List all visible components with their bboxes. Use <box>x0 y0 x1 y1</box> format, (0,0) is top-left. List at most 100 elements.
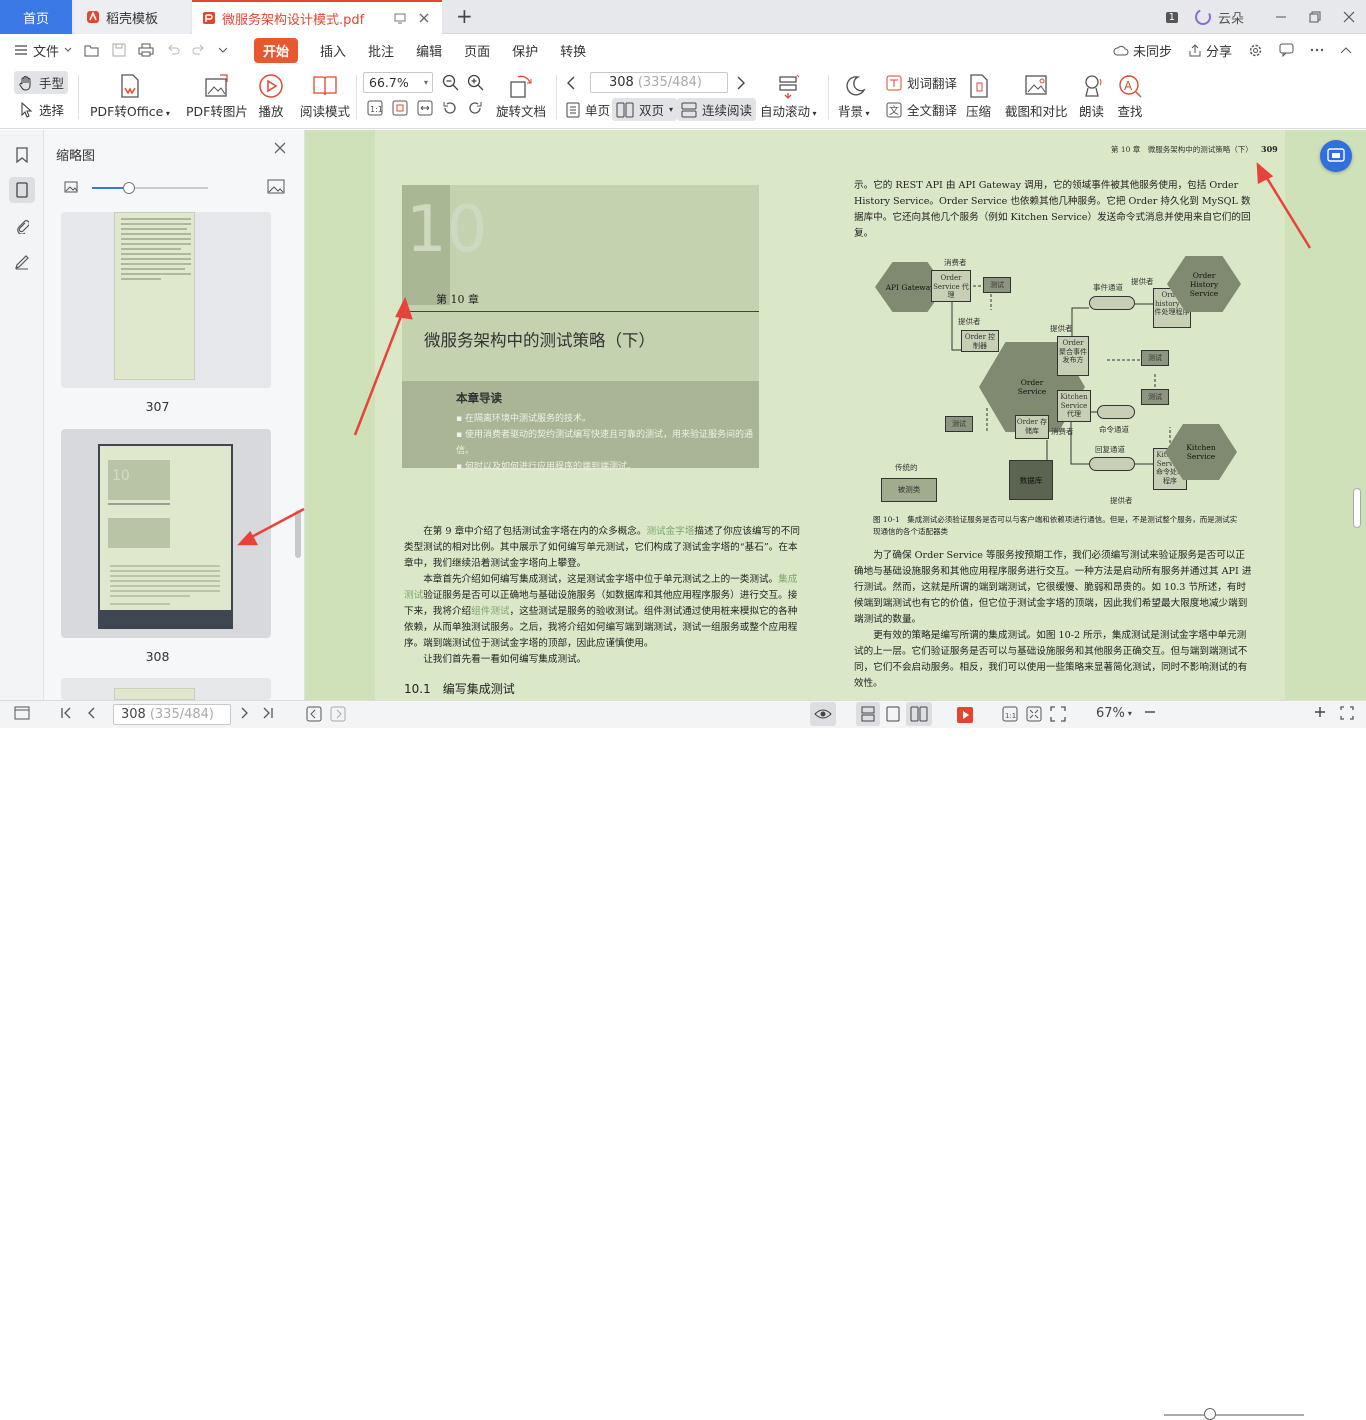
attachment-icon[interactable] <box>9 213 35 239</box>
previous-page-icon[interactable] <box>566 76 576 90</box>
status-page-input[interactable]: 308 (335/484) <box>113 704 231 725</box>
tab-home[interactable]: 首页 <box>0 0 72 34</box>
zoom-slider-thumb[interactable] <box>1204 1408 1216 1420</box>
first-page-icon[interactable] <box>60 706 72 720</box>
status-zoom-select[interactable]: 67% ▾ <box>1096 706 1132 721</box>
play-slideshow-icon[interactable] <box>956 706 974 724</box>
floating-assistant-button[interactable] <box>1320 140 1352 172</box>
pdf-to-office-button[interactable]: PDF转Office ▾ <box>90 71 170 120</box>
tab-popout-icon[interactable] <box>394 12 406 24</box>
eye-protection-button[interactable] <box>810 702 836 726</box>
play-button[interactable]: 播放 <box>258 71 284 120</box>
rotate-left-icon[interactable] <box>442 100 458 116</box>
account-button[interactable]: 云朵 <box>1194 8 1244 27</box>
double-view-button[interactable] <box>906 702 932 726</box>
status-zoom-in-icon[interactable] <box>1314 706 1326 718</box>
continuous-view-button[interactable] <box>856 702 880 726</box>
compress-button[interactable]: 压缩 <box>966 71 991 120</box>
thumbnail-size-slider[interactable] <box>92 182 208 194</box>
minimize-icon[interactable] <box>1264 11 1298 23</box>
zoom-slider[interactable] <box>1164 1414 1304 1416</box>
menu-insert[interactable]: 插入 <box>320 41 346 60</box>
save-icon[interactable] <box>112 43 126 57</box>
window-count-badge[interactable]: 1 <box>1165 11 1178 23</box>
continuous-reading-button[interactable]: 连续阅读 <box>677 98 757 121</box>
file-menu-button[interactable]: 文件 <box>14 41 72 60</box>
print-icon[interactable] <box>138 43 154 57</box>
zoom-in-icon[interactable] <box>467 74 485 92</box>
document-viewer[interactable]: 10 第 10 章 微服务架构中的测试策略（下） 本章导读 ▪ 在隔离环境中测试… <box>305 130 1366 700</box>
menu-page[interactable]: 页面 <box>464 41 490 60</box>
last-page-icon[interactable] <box>262 706 274 720</box>
tab-home-label: 首页 <box>22 11 49 27</box>
status-zoom-out-icon[interactable] <box>1144 706 1156 718</box>
thumbnail-page-309[interactable] <box>61 678 271 700</box>
read-aloud-button[interactable]: 朗读 <box>1079 71 1104 120</box>
new-tab-button[interactable]: + <box>456 6 473 26</box>
toggle-sidebar-icon[interactable] <box>14 706 30 720</box>
tab-pdf-document[interactable]: 微服务架构设计模式.pdf <box>192 0 442 34</box>
background-button[interactable]: 背景 ▾ <box>838 71 870 120</box>
actual-size-icon[interactable]: 1:1 <box>367 100 383 116</box>
read-mode-button[interactable]: 阅读模式 <box>300 71 350 120</box>
quick-access-dropdown-icon[interactable] <box>218 46 228 54</box>
page-number-input[interactable]: 308 (335/484) <box>590 72 728 93</box>
signature-icon[interactable] <box>9 249 35 275</box>
sync-button[interactable]: 未同步 <box>1113 41 1172 60</box>
fit-page-icon[interactable] <box>392 100 408 116</box>
back-view-icon[interactable] <box>306 706 322 722</box>
actual-size-status-icon[interactable]: 1:1 <box>1002 706 1018 722</box>
restore-icon[interactable] <box>1298 11 1332 23</box>
auto-scroll-button[interactable]: 自动滚动 ▾ <box>760 71 817 120</box>
slider-thumb[interactable] <box>123 182 135 194</box>
redo-icon[interactable] <box>192 43 206 57</box>
fullscreen-icon[interactable] <box>1050 706 1066 722</box>
zoom-select[interactable]: 66.7% ▾ <box>363 72 433 93</box>
double-page-button[interactable]: 双页 ▾ <box>612 98 678 121</box>
rotate-document-button[interactable]: 旋转文档 <box>496 71 546 120</box>
next-page-icon[interactable] <box>736 76 746 90</box>
continuous-view-icon <box>861 706 875 722</box>
more-options-icon[interactable] <box>1310 48 1324 52</box>
full-translate-button[interactable]: 文 全文翻译 <box>886 100 957 119</box>
small-thumbnail-icon[interactable] <box>64 181 78 193</box>
hand-tool-button[interactable]: 手型 <box>14 71 69 94</box>
pdf-to-image-button[interactable]: PDF转图片 <box>186 71 248 120</box>
next-page-icon[interactable] <box>240 706 250 720</box>
menu-protect[interactable]: 保护 <box>512 41 538 60</box>
document-scrollbar[interactable] <box>1353 488 1361 528</box>
single-view-icon[interactable] <box>886 706 900 722</box>
fit-window-icon[interactable] <box>1026 706 1042 722</box>
fit-screen-icon[interactable] <box>1340 706 1354 720</box>
collapse-ribbon-icon[interactable] <box>1340 46 1352 54</box>
tab-close-icon[interactable] <box>418 12 430 24</box>
select-tool-button[interactable]: 选择 <box>20 100 64 119</box>
menu-edit[interactable]: 编辑 <box>416 41 442 60</box>
rotate-right-icon[interactable] <box>467 100 483 116</box>
comment-icon[interactable] <box>1279 43 1294 57</box>
menu-convert[interactable]: 转换 <box>560 41 586 60</box>
open-folder-icon[interactable] <box>84 43 100 57</box>
screenshot-compare-button[interactable]: 截图和对比 <box>1005 71 1068 120</box>
prev-page-icon[interactable] <box>86 706 96 720</box>
hand-tool-label: 手型 <box>39 76 65 91</box>
running-header: 第 10 章 微服务架构中的测试策略（下） <box>1111 145 1253 154</box>
menu-start[interactable]: 开始 <box>254 37 299 63</box>
menu-annotate[interactable]: 批注 <box>368 41 394 60</box>
bookmark-icon[interactable] <box>9 142 35 168</box>
undo-icon[interactable] <box>166 43 180 57</box>
large-thumbnail-icon[interactable] <box>267 179 285 194</box>
single-page-button[interactable]: 单页 <box>566 100 610 119</box>
find-button[interactable]: A 查找 <box>1117 71 1143 120</box>
share-button[interactable]: 分享 <box>1188 41 1232 60</box>
thumbnail-panel-icon[interactable] <box>9 177 35 203</box>
forward-view-icon[interactable] <box>330 706 346 722</box>
tab-template[interactable]: 稻壳模板 <box>74 0 190 34</box>
zoom-out-icon[interactable] <box>442 74 460 92</box>
thumbnail-page-307[interactable] <box>61 212 271 388</box>
word-translate-button[interactable]: 划词翻译 <box>886 73 957 92</box>
close-panel-icon[interactable] <box>274 142 286 154</box>
settings-gear-icon[interactable] <box>1248 43 1263 58</box>
close-window-icon[interactable] <box>1332 11 1366 23</box>
fit-width-icon[interactable] <box>417 100 433 116</box>
